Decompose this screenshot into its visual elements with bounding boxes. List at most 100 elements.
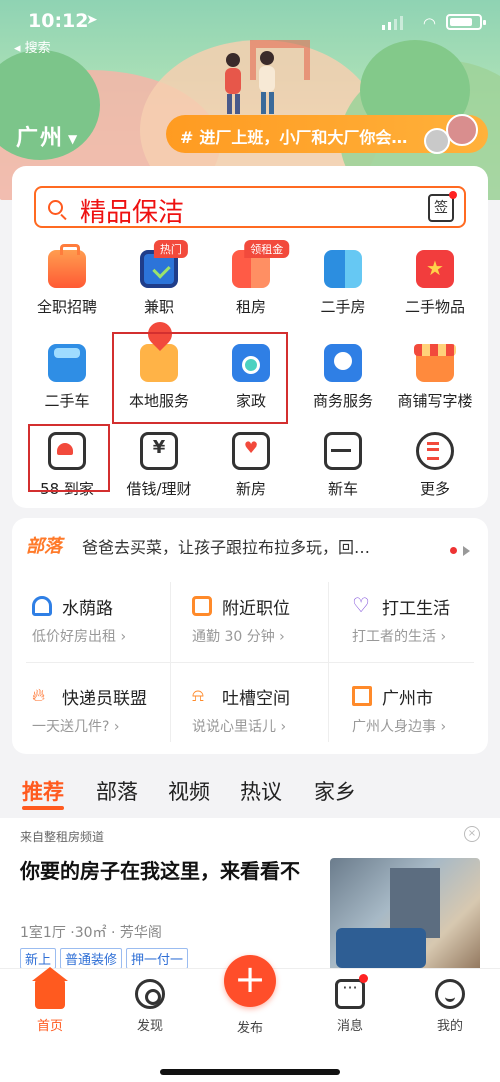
tab-hot[interactable]: 热议: [240, 776, 282, 806]
nav-messages[interactable]: 消息: [310, 974, 390, 1034]
back-to-search-link[interactable]: ◂ 搜索: [14, 37, 51, 56]
highlight-box: [28, 424, 110, 492]
avatar: [446, 114, 478, 146]
grid-item-label: 二手房: [320, 298, 366, 316]
grid-item-loans-finance[interactable]: 借钱/理财: [112, 432, 206, 499]
search-bar[interactable]: 精品保洁 签: [34, 186, 466, 228]
highlight-box: [112, 332, 288, 424]
grid-item-used-car[interactable]: 二手车: [20, 344, 114, 411]
grid-item-more[interactable]: 更多: [388, 432, 482, 499]
services-card: 精品保洁 签 全职招聘 热门 兼职 领租金 租房 二手房 二手物品 二手车 本地…: [12, 166, 488, 508]
cell-subtitle: 广州人身边事 ›: [352, 719, 447, 735]
couple-illustration: [225, 51, 275, 114]
bag-icon: [416, 250, 454, 288]
community-headline[interactable]: 爸爸去买菜，让孩子跟拉布拉多玩，回…: [82, 534, 432, 558]
grid-item-fulltime-jobs[interactable]: 全职招聘: [20, 244, 114, 317]
car-icon: [48, 344, 86, 382]
cell-title: 快递员联盟: [62, 689, 147, 709]
tab-community[interactable]: 部落: [96, 776, 138, 806]
grid-item-label: 兼职: [143, 298, 174, 316]
rent-bonus-badge: 领租金: [244, 240, 290, 258]
bottom-navigation: 首页 发现 + 发布 消息 我的: [0, 955, 500, 1082]
cell-title: 广州市: [382, 689, 433, 709]
grid-item-label: 商铺写字楼: [397, 392, 473, 410]
search-input[interactable]: 精品保洁: [80, 192, 184, 229]
bell-icon: ⍾: [192, 685, 204, 706]
carousel-indicator: [450, 540, 470, 559]
grid-item-label: 租房: [235, 298, 266, 316]
hashtag-icon: #: [180, 128, 194, 147]
heart-house-icon: [232, 432, 270, 470]
cell-title: 水荫路: [62, 599, 113, 619]
grid-item-second-hand-goods[interactable]: 二手物品: [388, 250, 482, 317]
active-tab-indicator: [22, 806, 64, 810]
shop-icon: [414, 344, 456, 382]
city-name: 广州: [16, 126, 65, 151]
building-icon: [352, 686, 372, 706]
search-icon: [48, 200, 63, 215]
grid-item-label: 新房: [235, 480, 266, 498]
cell-subtitle: 通勤 30 分钟 ›: [192, 629, 285, 645]
grid-item-new-car[interactable]: 新车: [296, 432, 390, 499]
tab-video[interactable]: 视频: [168, 776, 210, 806]
nav-label: 发现: [136, 1019, 163, 1034]
grid-item-label: 更多: [419, 480, 450, 498]
nav-label: 发布: [236, 1021, 263, 1036]
grid-item-parttime[interactable]: 热门 兼职: [112, 240, 206, 317]
grid-item-rent[interactable]: 领租金 租房: [204, 240, 298, 317]
home-icon: [32, 967, 68, 1009]
play-icon[interactable]: [463, 545, 470, 556]
message-icon: [335, 974, 368, 1009]
notification-dot: [449, 191, 457, 199]
house-icon: [324, 250, 362, 288]
check-in-label: 签: [434, 200, 448, 216]
cell-title: 附近职位: [222, 599, 290, 619]
tab-hometown[interactable]: 家乡: [314, 776, 356, 806]
grid-item-new-house[interactable]: 新房: [204, 432, 298, 499]
heart-icon: ♡: [352, 593, 370, 617]
cell-title: 打工生活: [382, 599, 450, 619]
cell-subtitle: 低价好房出租 ›: [32, 629, 127, 645]
grid-item-business-services[interactable]: 商务服务: [296, 344, 390, 411]
publish-button[interactable]: +: [224, 955, 276, 1007]
nav-discover[interactable]: 发现: [110, 979, 190, 1034]
grid-item-shops-offices[interactable]: 商铺写字楼: [388, 344, 482, 411]
check-in-icon[interactable]: 签: [428, 191, 457, 222]
feed-title: 你要的房子在我这里，来看看不: [20, 859, 300, 883]
briefcase-icon: [48, 244, 86, 288]
profile-icon: [435, 979, 465, 1009]
grid-item-label: 二手物品: [404, 298, 465, 316]
grid-item-label: 新车: [327, 480, 358, 498]
community-tag: 部落: [26, 536, 62, 557]
feed-tag: 新上: [20, 948, 57, 969]
cell-subtitle: 一天送几件? ›: [32, 719, 120, 735]
feed-meta: 1室1厅 ·30㎡ · 芳华阁: [20, 925, 162, 941]
grid-item-label: 商务服务: [312, 392, 373, 410]
feed-tag: 普通装修: [60, 948, 123, 969]
feed-tabs: 推荐 部落 视频 热议 家乡: [0, 770, 500, 810]
status-time: 10:12: [28, 10, 89, 32]
feed-item[interactable]: 来自整租房频道 × 你要的房子在我这里，来看看不 1室1厅 ·30㎡ · 芳华阁…: [0, 818, 500, 978]
listing-photo: [330, 858, 480, 978]
feed-source: 来自整租房频道: [20, 830, 105, 844]
community-card: 部落 爸爸去买菜，让孩子跟拉布拉多玩，回… 水荫路 低价好房出租 › 附近职位 …: [12, 518, 488, 754]
nav-label: 消息: [336, 1019, 363, 1034]
business-icon: [324, 344, 362, 382]
promo-text: 进厂上班，小厂和大厂你会…: [199, 128, 408, 147]
nav-home[interactable]: 首页: [10, 967, 90, 1034]
battery-icon: [446, 14, 486, 30]
nav-mine[interactable]: 我的: [410, 979, 490, 1034]
fire-icon: 🔥︎: [32, 685, 46, 706]
notification-dot: [359, 974, 368, 983]
discover-icon: [135, 979, 165, 1009]
grid-item-second-hand-house[interactable]: 二手房: [296, 250, 390, 317]
signal-icon: [382, 16, 403, 30]
briefcase-icon: [192, 596, 212, 616]
tab-recommend[interactable]: 推荐: [22, 776, 64, 806]
avatar-group[interactable]: [424, 108, 482, 156]
photo-detail: [336, 928, 426, 968]
hot-badge: 热门: [153, 240, 188, 258]
close-icon[interactable]: ×: [464, 826, 480, 842]
city-selector[interactable]: 广州 ▼: [16, 120, 79, 152]
grid-item-label: 借钱/理财: [126, 480, 192, 498]
